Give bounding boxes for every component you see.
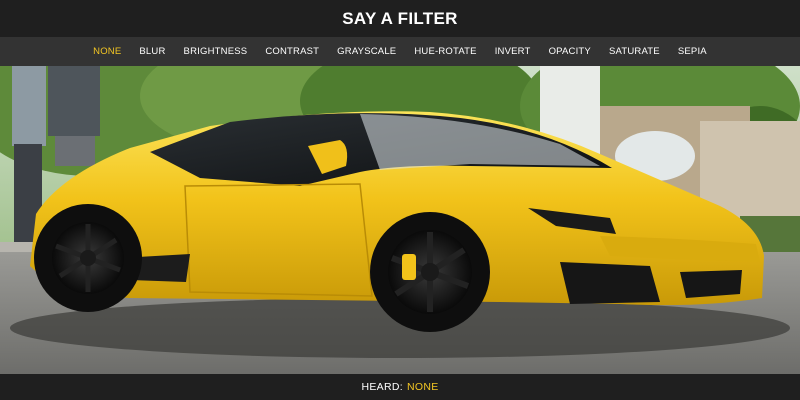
filter-sepia[interactable]: SEPIA <box>669 46 716 57</box>
filter-hue-rotate[interactable]: HUE-ROTATE <box>405 46 485 57</box>
filter-opacity[interactable]: OPACITY <box>540 46 600 57</box>
page-title: SAY A FILTER <box>342 8 458 28</box>
status-bar: HEARD: NONE <box>0 374 800 400</box>
filter-blur[interactable]: BLUR <box>130 46 174 57</box>
filter-menu: NONE BLUR BRIGHTNESS CONTRAST GRAYSCALE … <box>0 37 800 66</box>
filter-brightness[interactable]: BRIGHTNESS <box>175 46 257 57</box>
filter-none[interactable]: NONE <box>84 46 130 57</box>
heard-value: NONE <box>406 381 439 393</box>
filtered-image <box>0 66 800 374</box>
filter-saturate[interactable]: SATURATE <box>600 46 669 57</box>
yellow-sports-car-photo <box>0 66 800 374</box>
header-bar: SAY A FILTER <box>0 0 800 37</box>
heard-label: HEARD: <box>361 381 403 393</box>
filter-grayscale[interactable]: GRAYSCALE <box>328 46 405 57</box>
filter-contrast[interactable]: CONTRAST <box>256 46 328 57</box>
filter-invert[interactable]: INVERT <box>486 46 540 57</box>
